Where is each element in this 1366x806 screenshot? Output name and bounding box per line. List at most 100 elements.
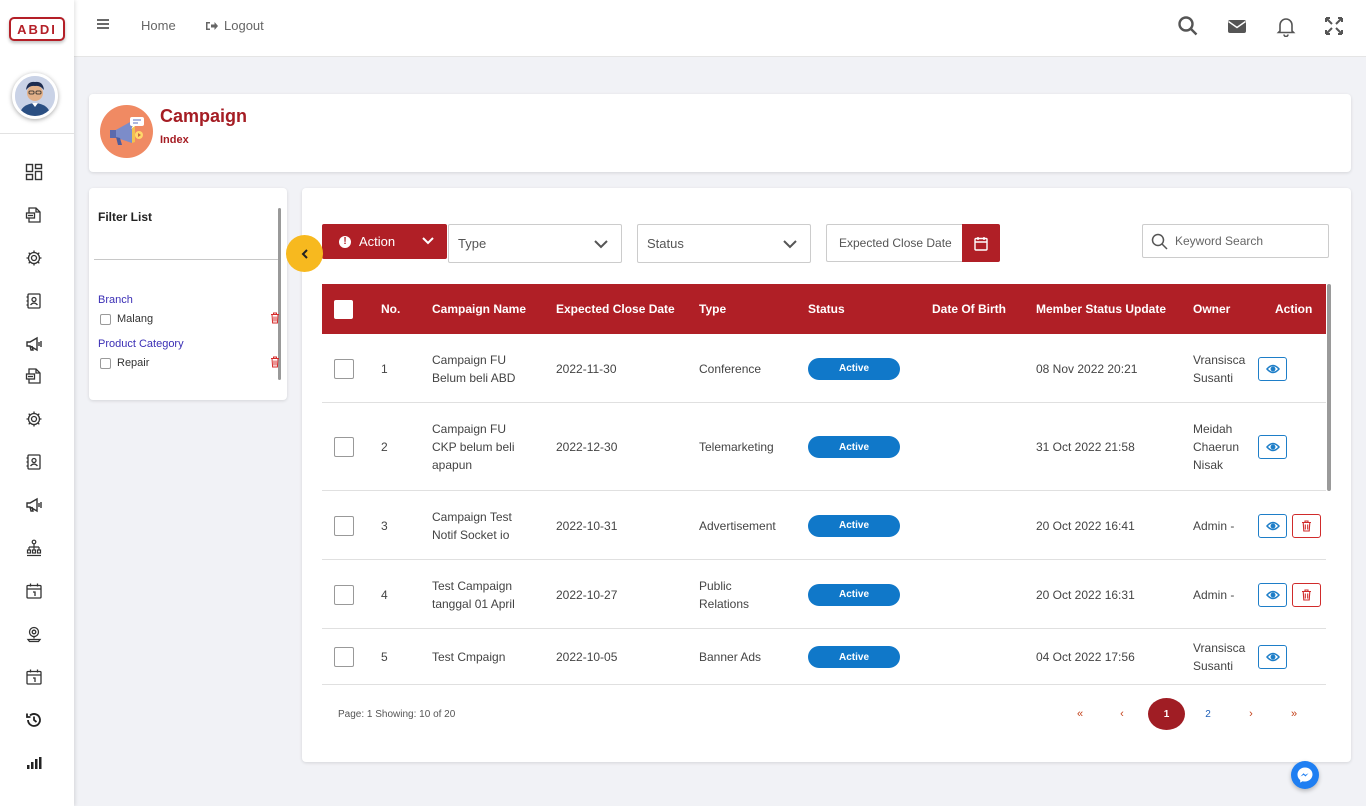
cell-member-status-update: 04 Oct 2022 17:56 <box>1036 650 1135 664</box>
cell-campaign-name: Campaign FU Belum beli ABD <box>432 351 515 387</box>
cell-line: apapun <box>432 458 473 472</box>
column-header[interactable]: Owner <box>1193 302 1230 316</box>
cell-owner: Admin - <box>1193 517 1234 535</box>
table-row: 3 Campaign Test Notif Socket io 2022-10-31 A… <box>322 491 1326 560</box>
logout-icon <box>206 21 218 30</box>
column-header[interactable]: Campaign Name <box>432 302 526 316</box>
document-icon[interactable] <box>23 365 45 387</box>
delete-button[interactable] <box>1292 513 1321 538</box>
contact-icon[interactable] <box>23 451 45 473</box>
brand-logo[interactable]: ABDI <box>9 17 65 41</box>
row-checkbox[interactable] <box>334 584 354 605</box>
trash-icon[interactable] <box>270 312 280 324</box>
column-header[interactable]: Type <box>699 302 726 316</box>
chevron-left-icon <box>301 248 308 259</box>
nav-home[interactable]: Home <box>141 18 176 33</box>
action-dropdown-button[interactable]: ! Action <box>322 224 447 259</box>
column-header[interactable]: Member Status Update <box>1036 302 1166 316</box>
trash-icon[interactable] <box>270 356 280 368</box>
nav-logout[interactable]: Logout <box>205 18 264 33</box>
eye-icon <box>1265 521 1280 531</box>
column-header[interactable]: Action <box>1275 302 1312 316</box>
column-header[interactable]: Date Of Birth <box>932 302 1006 316</box>
status-select-value: Status <box>647 236 684 251</box>
filter-group-label: Product Category <box>98 338 184 350</box>
type-select[interactable]: Type <box>448 224 622 263</box>
sidebar-divider <box>0 133 74 134</box>
filter-option-category[interactable]: Repair <box>100 357 149 369</box>
row-checkbox[interactable] <box>334 437 354 457</box>
pagination-info: Page: 1 Showing: 10 of 20 <box>338 709 456 720</box>
campaign-megaphone-icon <box>100 105 153 158</box>
megaphone-icon[interactable] <box>23 333 45 355</box>
expected-close-date-input[interactable]: Expected Close Date <box>826 224 963 262</box>
document-icon[interactable] <box>23 204 45 226</box>
page-button[interactable]: 2 <box>1200 698 1216 730</box>
prev-page-button[interactable]: ‹ <box>1114 698 1130 730</box>
view-button[interactable] <box>1258 582 1287 607</box>
filter-checkbox[interactable] <box>100 357 111 369</box>
dashboard-icon[interactable] <box>23 161 45 183</box>
row-checkbox[interactable] <box>334 647 354 667</box>
table-scrollbar[interactable] <box>1327 284 1331 491</box>
view-button[interactable] <box>1258 645 1287 669</box>
calendar-icon[interactable] <box>23 666 45 688</box>
search-icon[interactable] <box>1177 15 1199 37</box>
settings-icon[interactable] <box>23 247 45 269</box>
search-placeholder: Keyword Search <box>1175 234 1264 248</box>
table-row: 4 Test Campaign tanggal 01 April 2022-10-27… <box>322 560 1326 629</box>
view-button[interactable] <box>1258 356 1287 381</box>
location-icon[interactable] <box>23 623 45 645</box>
type-select-value: Type <box>458 236 487 251</box>
first-page-button[interactable]: « <box>1070 698 1090 730</box>
table-row: 1 Campaign FU Belum beli ABD 2022-11-30 Conf… <box>322 334 1326 403</box>
contact-icon[interactable] <box>23 290 45 312</box>
cell-close-date: 2022-11-30 <box>556 361 617 376</box>
status-select[interactable]: Status <box>637 224 811 263</box>
messenger-chat-button[interactable] <box>1291 761 1319 789</box>
cell-line: Advertisement <box>699 518 776 533</box>
bell-icon[interactable] <box>1275 15 1297 38</box>
last-page-button[interactable]: » <box>1284 698 1304 730</box>
history-icon[interactable] <box>23 709 45 731</box>
cell-campaign-name: Campaign Test Notif Socket io <box>432 508 512 544</box>
status-badge: Active <box>808 436 900 458</box>
avatar[interactable] <box>12 73 58 119</box>
view-button[interactable] <box>1258 435 1287 459</box>
column-header[interactable]: Expected Close Date <box>556 302 675 316</box>
cell-line: tanggal 01 April <box>432 596 515 611</box>
menu-toggle-icon[interactable] <box>96 17 110 31</box>
filter-checkbox[interactable] <box>100 313 111 325</box>
calendar-icon[interactable] <box>23 580 45 602</box>
fullscreen-icon[interactable] <box>1323 15 1345 37</box>
cell-line: Telemarketing <box>699 440 774 454</box>
chart-icon[interactable] <box>23 752 45 774</box>
cell-type: Conference <box>699 360 761 378</box>
megaphone-icon[interactable] <box>23 494 45 516</box>
cell-close-date: 2022-10-27 <box>556 587 618 602</box>
select-all-checkbox[interactable] <box>334 300 353 319</box>
collapse-filter-button[interactable] <box>286 235 323 272</box>
cell-line: Belum beli ABD <box>432 370 516 385</box>
workflow-icon[interactable] <box>23 537 45 559</box>
row-checkbox[interactable] <box>334 515 354 536</box>
page-button-current[interactable]: 1 <box>1148 698 1185 730</box>
settings-icon[interactable] <box>23 408 45 430</box>
cell-close-date: 2022-10-05 <box>556 650 618 664</box>
cell-line: Test Campaign <box>432 578 513 593</box>
keyword-search-input[interactable]: Keyword Search <box>1142 224 1329 258</box>
row-checkbox[interactable] <box>334 358 354 379</box>
column-header[interactable]: Status <box>808 302 845 316</box>
view-button[interactable] <box>1258 513 1287 538</box>
chevron-down-icon <box>422 237 434 245</box>
filter-scrollbar[interactable] <box>278 208 281 380</box>
trash-icon <box>1301 519 1312 532</box>
next-page-button[interactable]: › <box>1243 698 1259 730</box>
eye-icon <box>1265 364 1280 374</box>
filter-option-branch[interactable]: Malang <box>100 313 153 325</box>
delete-button[interactable] <box>1292 582 1321 607</box>
column-header[interactable]: No. <box>381 302 400 316</box>
date-picker-button[interactable] <box>962 224 1000 262</box>
nav-logout-label: Logout <box>224 18 264 33</box>
mail-icon[interactable] <box>1226 15 1248 37</box>
